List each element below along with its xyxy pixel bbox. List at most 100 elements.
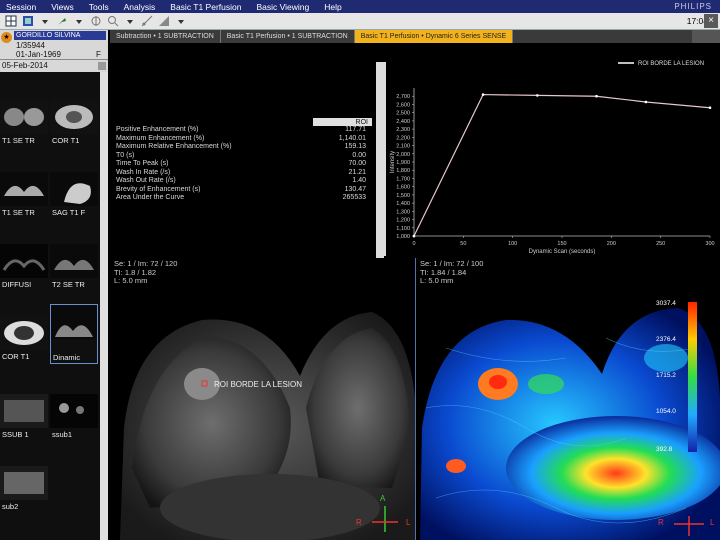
viewport-grayscale[interactable]: Se: 1 / Im: 72 / 120 TI: 1.8 / 1.82 L: 5… bbox=[110, 258, 416, 540]
series-thumb-dinamic[interactable]: Dinamic bbox=[50, 304, 98, 364]
series-thumb-ssub1[interactable]: SSUB 1 bbox=[0, 394, 48, 442]
tab-perfusion-subtraction[interactable]: Basic T1 Perfusion • 1 SUBTRACTION bbox=[221, 30, 355, 43]
chart-scrollbar[interactable] bbox=[378, 62, 386, 256]
data-point bbox=[481, 93, 485, 96]
series-scrollbar[interactable] bbox=[100, 72, 108, 540]
pointer-tool-icon[interactable] bbox=[55, 15, 68, 28]
window-controls[interactable] bbox=[692, 30, 720, 43]
intensity-chart-panel: 1,000 1,100 1,200 1,300 1,400 1,500 1,600 1,700… bbox=[386, 44, 720, 256]
results-table: ROI Positive Enhancement (%) 117.71 Maxim… bbox=[114, 118, 372, 203]
menu-views[interactable]: Views bbox=[45, 2, 83, 12]
study-date-bar[interactable]: 05-Feb-2014 bbox=[0, 60, 108, 72]
zoom-tool-icon[interactable] bbox=[106, 15, 119, 28]
patient-icon[interactable]: ★ bbox=[1, 32, 12, 43]
series-thumb-sag-t1[interactable]: SAG T1 F bbox=[50, 172, 98, 220]
result-label: Positive Enhancement (%) bbox=[116, 126, 199, 133]
location-info: L: 5.0 mm bbox=[114, 276, 148, 285]
series-line bbox=[413, 93, 711, 237]
orientation-left: L bbox=[710, 518, 715, 527]
series-thumb-diffusion[interactable]: DIFFUSI bbox=[0, 244, 48, 292]
thumb-label: COR T1 bbox=[52, 136, 80, 145]
thumb-label: DIFFUSI bbox=[2, 280, 32, 289]
orientation-cross-icon bbox=[674, 516, 704, 536]
legend-label: ROI BORDE LA LESION bbox=[638, 61, 704, 67]
dropdown-arrow-icon[interactable] bbox=[174, 15, 187, 28]
y-axis-label: Intensity bbox=[390, 151, 396, 173]
result-value: 21.21 bbox=[348, 168, 366, 176]
patient-name[interactable]: GORDILLO SILVINA bbox=[14, 31, 106, 40]
table-row: Wash Out Rate (/s) 1.40 bbox=[114, 177, 372, 186]
series-thumb-cor-t1[interactable]: COR T1 bbox=[50, 100, 98, 148]
data-point bbox=[412, 234, 416, 238]
menu-help[interactable]: Help bbox=[318, 2, 350, 12]
viewport-colormap[interactable]: Se: 1 / Im: 72 / 100 TI: 1.84 / 1.84 L: … bbox=[416, 258, 720, 540]
thumb-label: T2 SE TR bbox=[52, 280, 85, 289]
layout-icon[interactable] bbox=[4, 15, 17, 28]
color-scale-bar bbox=[688, 302, 697, 452]
results-header-roi[interactable]: ROI bbox=[313, 118, 372, 126]
result-value: 159.13 bbox=[344, 143, 366, 150]
results-panel: ROI Positive Enhancement (%) 117.71 Maxim… bbox=[112, 44, 384, 258]
result-label: T0 (s) bbox=[116, 151, 135, 159]
thumb-label: COR T1 bbox=[2, 352, 30, 361]
menu-bar: Session Views Tools Analysis Basic T1 Pe… bbox=[0, 0, 720, 13]
roi-label[interactable]: ROI BORDE LA LESION bbox=[214, 380, 302, 389]
y-tick-label: 1,100 bbox=[396, 226, 410, 232]
x-tick-label: 0 bbox=[412, 241, 415, 247]
data-point bbox=[536, 94, 539, 97]
menu-session[interactable]: Session bbox=[0, 2, 45, 12]
menu-analysis[interactable]: Analysis bbox=[118, 2, 165, 12]
series-thumb-t2-se[interactable]: T2 SE TR bbox=[50, 244, 98, 292]
y-tick-label: 2,000 bbox=[396, 152, 410, 158]
result-value: 1,140.01 bbox=[338, 134, 366, 142]
window-level-icon[interactable] bbox=[157, 15, 170, 28]
color-scale-label: 1054.0 bbox=[656, 408, 676, 415]
patient-sex: F bbox=[96, 50, 101, 59]
collapse-icon[interactable] bbox=[98, 62, 106, 70]
thumb-image bbox=[50, 172, 98, 206]
breast-mri-grayscale-image bbox=[120, 312, 415, 540]
thumb-label: SSUB 1 bbox=[2, 430, 29, 439]
orientation-left: L bbox=[406, 518, 411, 527]
dropdown-arrow-icon[interactable] bbox=[123, 15, 136, 28]
series-thumb-t1-se[interactable]: T1 SE TR bbox=[0, 100, 48, 148]
table-row: Maximum Relative Enhancement (%) 159.13 bbox=[114, 143, 372, 152]
thumb-image bbox=[50, 394, 98, 428]
orientation-right: R bbox=[356, 518, 362, 527]
viewport-info: Se: 1 / Im: 72 / 100 TI: 1.84 / 1.84 L: … bbox=[420, 259, 483, 286]
thumb-image bbox=[51, 305, 97, 339]
menu-basic-viewing[interactable]: Basic Viewing bbox=[250, 2, 318, 12]
dropdown-arrow-icon[interactable] bbox=[38, 15, 51, 28]
table-row: Wash In Rate (/s) 21.21 bbox=[114, 169, 372, 178]
toolbar: 17:04 × bbox=[0, 13, 720, 30]
color-scale-label: 2376.4 bbox=[656, 336, 676, 343]
series-thumb-cor-t1-2[interactable]: COR T1 bbox=[0, 316, 48, 364]
thumb-label: SAG T1 F bbox=[52, 208, 86, 217]
menu-tools[interactable]: Tools bbox=[83, 2, 118, 12]
result-label: Wash In Rate (/s) bbox=[116, 168, 171, 176]
data-point bbox=[644, 100, 648, 104]
result-value: 70.00 bbox=[348, 160, 366, 167]
tab-perfusion-dynamic[interactable]: Basic T1 Perfusion • Dynamic 6 Series SE… bbox=[354, 30, 514, 43]
table-row: Area Under the Curve 265533 bbox=[114, 194, 372, 203]
study-date: 05-Feb-2014 bbox=[2, 61, 48, 70]
y-tick-label: 1,700 bbox=[396, 176, 410, 182]
menu-basic-t1-perfusion[interactable]: Basic T1 Perfusion bbox=[164, 2, 250, 12]
tab-subtraction[interactable]: Subtraction • 1 SUBTRACTION bbox=[110, 30, 221, 43]
thumb-image bbox=[0, 466, 48, 500]
series-thumb-sub2[interactable]: sub2 bbox=[0, 466, 48, 514]
thumb-label: T1 SE TR bbox=[2, 208, 35, 217]
grid-icon[interactable] bbox=[21, 15, 34, 28]
thumb-image bbox=[50, 244, 98, 278]
brand-logo: PHILIPS bbox=[674, 2, 712, 11]
series-thumb-t1-se-2[interactable]: T1 SE TR bbox=[0, 172, 48, 220]
result-label: Maximum Relative Enhancement (%) bbox=[116, 143, 232, 150]
result-value: 1.40 bbox=[352, 177, 366, 184]
color-scale-label: 3037.4 bbox=[656, 300, 676, 307]
measure-tool-icon[interactable] bbox=[140, 15, 153, 28]
pan-tool-icon[interactable] bbox=[89, 15, 102, 28]
dropdown-arrow-icon[interactable] bbox=[72, 15, 85, 28]
series-thumb-ssub1-b[interactable]: ssub1 bbox=[50, 394, 98, 442]
close-icon[interactable]: × bbox=[704, 14, 718, 28]
y-tick-label: 2,200 bbox=[396, 135, 410, 141]
